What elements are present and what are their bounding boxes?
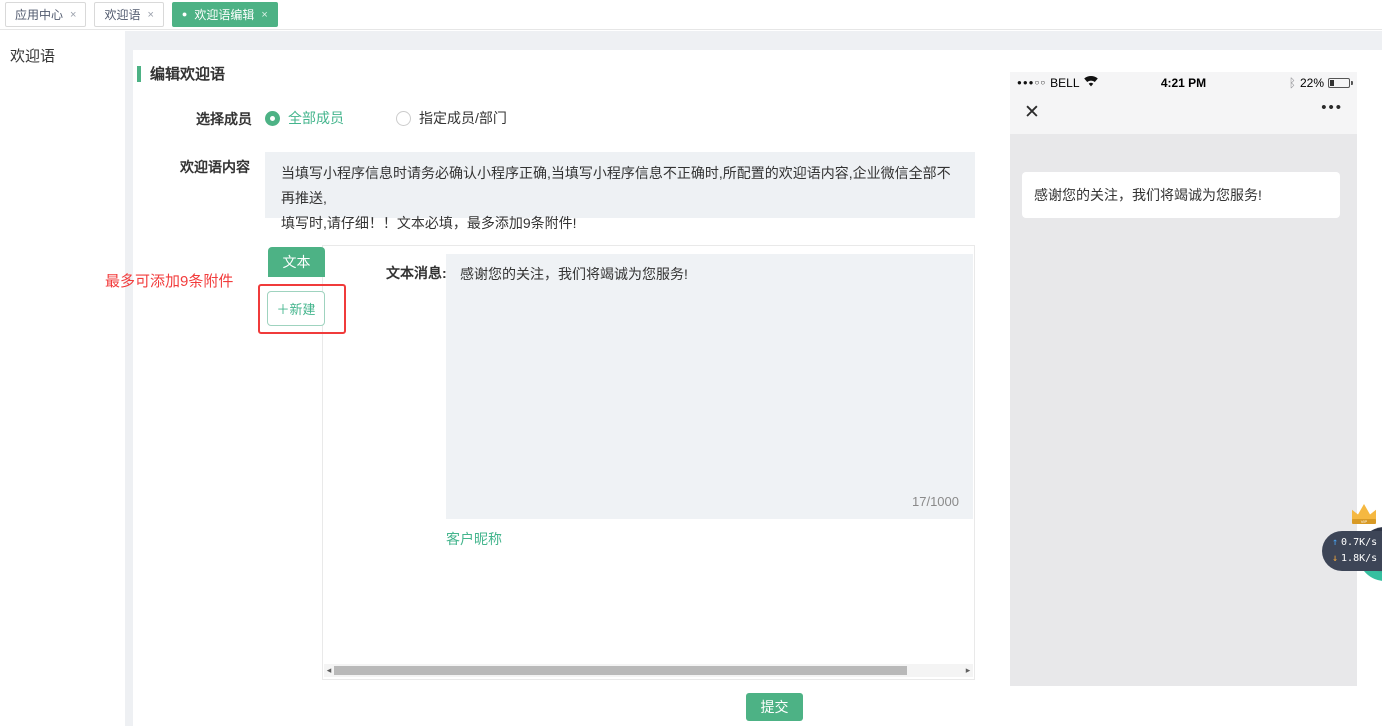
net-speed-pill[interactable]: ↑ 0.7K/s ↓ 1.8K/s	[1322, 531, 1382, 571]
scroll-left-icon[interactable]: ◂	[324, 664, 334, 677]
tab-label: 欢迎语编辑	[194, 6, 254, 23]
battery-icon	[1328, 78, 1350, 88]
tip-line-2: 填写时,请仔细！！文本必填，最多添加9条附件!	[281, 211, 959, 236]
radio-all-members-label[interactable]: 全部成员	[288, 108, 344, 128]
attachment-editor-panel: 文本消息: 感谢您的关注，我们将竭诚为您服务! 17/1000 客户昵称 ◂ ▸	[322, 245, 975, 680]
close-icon[interactable]: ✕	[1024, 101, 1040, 124]
bluetooth-icon: ᛒ	[1289, 76, 1296, 90]
text-message-label: 文本消息:	[386, 263, 447, 283]
sidebar: 欢迎语	[0, 31, 125, 726]
tab-label: 欢迎语	[104, 6, 140, 23]
add-new-button[interactable]: ＋新建	[267, 291, 325, 326]
tab-welcome-edit-active[interactable]: ● 欢迎语编辑 ×	[172, 2, 278, 27]
tab-bar: 应用中心 × 欢迎语 × ● 欢迎语编辑 ×	[0, 0, 1382, 30]
vip-crown-band: VIP	[1352, 519, 1376, 524]
close-icon[interactable]: ×	[70, 9, 76, 21]
radio-specified-members-label[interactable]: 指定成员/部门	[419, 108, 507, 128]
more-menu-icon[interactable]: •••	[1321, 99, 1343, 116]
radio-all-members[interactable]	[265, 111, 280, 126]
status-right-cluster: ᛒ 22%	[1289, 76, 1350, 90]
close-icon[interactable]: ×	[147, 9, 153, 21]
battery-percent: 22%	[1300, 76, 1324, 90]
horizontal-scrollbar[interactable]: ◂ ▸	[324, 664, 973, 677]
phone-chat-body: 感谢您的关注，我们将竭诚为您服务!	[1010, 134, 1357, 686]
char-counter: 17/1000	[912, 494, 959, 509]
phone-preview: 4:21 PM ●●●○○ BELL ᛒ 22% ✕ ••• 感谢您的关注，我们…	[1010, 72, 1357, 686]
message-textarea[interactable]: 感谢您的关注，我们将竭诚为您服务! 17/1000	[446, 254, 973, 519]
active-dot-icon: ●	[182, 10, 187, 19]
sidebar-item-welcome[interactable]: 欢迎语	[0, 31, 125, 66]
phone-status-bar: 4:21 PM ●●●○○ BELL ᛒ 22%	[1010, 72, 1357, 93]
tab-text-attachment[interactable]: 文本	[268, 247, 325, 277]
close-icon[interactable]: ×	[261, 9, 267, 21]
customer-nickname-link[interactable]: 客户昵称	[446, 529, 502, 549]
member-select-label: 选择成员	[196, 109, 252, 129]
tab-welcome[interactable]: 欢迎语 ×	[94, 2, 163, 27]
upload-speed: 0.7K/s	[1341, 535, 1377, 551]
download-speed: 1.8K/s	[1341, 551, 1377, 567]
net-speed-widget[interactable]: VIP ↑ 0.7K/s ↓ 1.8K/s	[1318, 504, 1382, 582]
scroll-right-icon[interactable]: ▸	[963, 664, 973, 677]
phone-nav-bar: ✕ •••	[1010, 93, 1357, 134]
upload-arrow-icon: ↑	[1332, 535, 1338, 551]
tab-app-center[interactable]: 应用中心 ×	[5, 2, 86, 27]
app-root: 应用中心 × 欢迎语 × ● 欢迎语编辑 × 欢迎语 编辑欢迎语 选择成员 全部…	[0, 0, 1382, 726]
welcome-message-bubble: 感谢您的关注，我们将竭诚为您服务!	[1022, 172, 1340, 218]
tip-line-1: 当填写小程序信息时请务必确认小程序正确,当填写小程序信息不正确时,所配置的欢迎语…	[281, 161, 959, 211]
submit-button[interactable]: 提交	[746, 693, 803, 721]
section-title: 编辑欢迎语	[137, 63, 225, 84]
max-attachment-annotation: 最多可添加9条附件	[105, 270, 233, 291]
radio-specified-members[interactable]	[396, 111, 411, 126]
page-title: 编辑欢迎语	[150, 63, 225, 84]
download-arrow-icon: ↓	[1332, 551, 1338, 567]
member-radio-group: 全部成员 指定成员/部门	[265, 108, 507, 128]
scrollbar-thumb[interactable]	[334, 666, 907, 675]
title-accent-bar	[137, 66, 141, 82]
welcome-content-label: 欢迎语内容	[180, 157, 250, 177]
tab-label: 应用中心	[15, 6, 63, 23]
message-text: 感谢您的关注，我们将竭诚为您服务!	[460, 266, 688, 282]
scrollbar-track[interactable]	[334, 664, 963, 677]
welcome-content-tip: 当填写小程序信息时请务必确认小程序正确,当填写小程序信息不正确时,所配置的欢迎语…	[265, 152, 975, 218]
